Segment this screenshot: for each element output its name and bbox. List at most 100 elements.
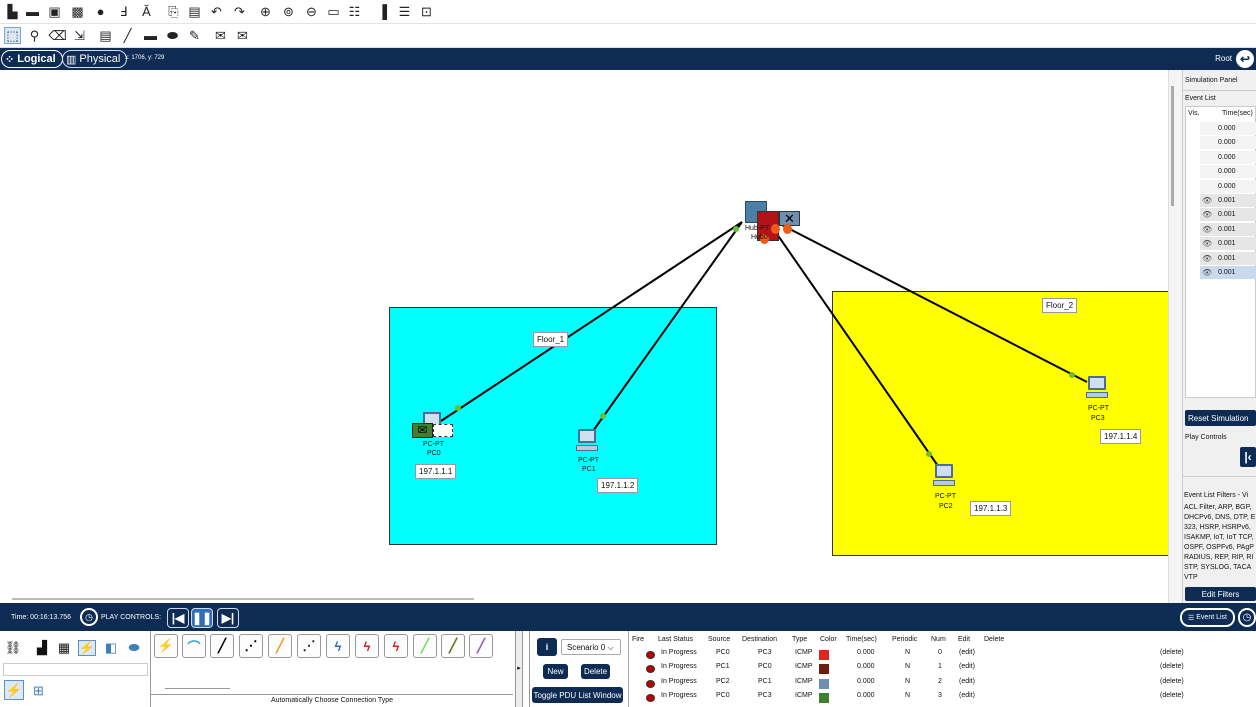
- pause-button[interactable]: ❚❚: [191, 608, 213, 628]
- fire-pdu-icon[interactable]: [646, 679, 655, 688]
- cluster-label-floor-2[interactable]: Floor_2: [1042, 298, 1078, 313]
- pdu-envelope-icon[interactable]: ✉: [412, 423, 433, 438]
- event-row[interactable]: 👁 0.001: [1200, 194, 1256, 207]
- cable-straight-icon[interactable]: ╱: [210, 634, 234, 658]
- filters-list: ACL Filter, ARP, BGP, DHCPv6, DNS, DTP, …: [1184, 504, 1256, 581]
- step-forward-button[interactable]: ▶|: [217, 608, 239, 628]
- cluster-label-floor-1[interactable]: Floor_1: [533, 332, 569, 347]
- pdu-cell-type: ICMP: [795, 677, 813, 685]
- pdu-cell-edit[interactable]: (edit): [959, 649, 975, 656]
- pdu-cell-status: In Progress: [661, 677, 697, 685]
- link-status-dot: [733, 226, 739, 232]
- pdu-col-header[interactable]: Type: [792, 636, 807, 643]
- pdu-cell-type: ICMP: [795, 649, 813, 656]
- pdu-color-swatch: [819, 678, 829, 689]
- grid-icon[interactable]: ⊞: [33, 683, 44, 699]
- toggle-pdu-list-button[interactable]: Toggle PDU List Window: [532, 687, 623, 703]
- event-row[interactable]: 👁 0.001: [1200, 222, 1256, 236]
- eye-icon: 👁: [1202, 196, 1213, 205]
- step-back-button[interactable]: |◀: [167, 608, 189, 628]
- horizontal-scroll-thumb[interactable]: [12, 598, 474, 600]
- fire-pdu-icon[interactable]: [646, 693, 655, 702]
- pc3-device[interactable]: [1086, 376, 1108, 400]
- pdu-col-header[interactable]: Color: [820, 636, 837, 643]
- pdu-cell-edit[interactable]: (edit): [959, 663, 975, 670]
- cable-usb-icon[interactable]: ╱: [469, 634, 493, 658]
- hub-type-label: Hub-PT: [745, 225, 770, 232]
- event-list-toggle[interactable]: ☰ Event List: [1180, 608, 1235, 627]
- cable-crossover-icon[interactable]: ⋰: [239, 634, 263, 658]
- event-row[interactable]: 👁 0.001: [1200, 208, 1256, 222]
- pdu-cell-edit[interactable]: (edit): [959, 692, 975, 699]
- network-devices-icon[interactable]: ⛓: [4, 640, 22, 656]
- event-row[interactable]: 0.000: [1200, 122, 1256, 135]
- cable-fiber-icon[interactable]: ╱: [268, 634, 292, 658]
- event-row[interactable]: 👁 0.001: [1200, 237, 1256, 251]
- scenario-select[interactable]: Scenario 0 ⌵: [561, 639, 621, 655]
- pc1-device[interactable]: [576, 429, 598, 453]
- pc1-ip-note[interactable]: 197.1.1.2: [597, 478, 639, 493]
- cable-serial-dce-icon[interactable]: ϟ: [355, 634, 379, 658]
- vertical-scroll-thumb[interactable]: [1171, 86, 1174, 206]
- event-row[interactable]: 👁 0.001: [1200, 251, 1256, 265]
- new-scenario-button[interactable]: New: [543, 664, 568, 679]
- pdu-cell-delete[interactable]: (delete): [1160, 678, 1184, 685]
- step-back-icon[interactable]: |‹: [1240, 447, 1256, 467]
- pdu-envelope-icon[interactable]: [433, 424, 453, 437]
- event-row[interactable]: 👁 0.001: [1200, 266, 1256, 279]
- event-time: 0.000: [1218, 125, 1236, 132]
- timer-icon[interactable]: ◷: [80, 608, 98, 626]
- link-hub-pc0: [440, 221, 743, 422]
- connection-auto-icon[interactable]: ⚡: [4, 680, 24, 700]
- pdu-cell-num: 1: [938, 663, 942, 671]
- cable-console-icon[interactable]: ⌒: [182, 634, 206, 658]
- collapse-arrow-icon[interactable]: ▸: [515, 631, 523, 707]
- pdu-col-header[interactable]: Fire: [632, 636, 644, 643]
- misc-icon[interactable]: ◧: [102, 640, 120, 656]
- cable-auto-icon[interactable]: ⚡: [154, 634, 178, 658]
- event-row[interactable]: 0.000: [1200, 150, 1256, 164]
- pdu-cell-dest: PC3: [758, 691, 772, 699]
- delete-scenario-button[interactable]: Delete: [581, 664, 610, 679]
- realtime-clock-icon[interactable]: ◷: [1238, 608, 1256, 627]
- reset-simulation-button[interactable]: Reset Simulation: [1185, 410, 1256, 426]
- pdu-color-swatch: [819, 664, 829, 675]
- pdu-col-header[interactable]: Time(sec): [846, 636, 877, 643]
- pdu-col-header[interactable]: Edit: [958, 636, 970, 643]
- multiuser-icon[interactable]: ⬬: [125, 640, 143, 656]
- cable-coaxial-icon[interactable]: ϟ: [326, 634, 350, 658]
- device-search-input[interactable]: [3, 663, 148, 676]
- pdu-col-header[interactable]: Periodic: [892, 636, 917, 643]
- pdu-cell-source: PC2: [716, 677, 730, 685]
- pdu-drop-icon: [771, 224, 780, 234]
- event-row[interactable]: 0.000: [1200, 179, 1256, 193]
- cable-octal-icon[interactable]: ╱: [413, 634, 437, 658]
- pdu-cell-edit[interactable]: (edit): [959, 678, 975, 685]
- end-devices-icon[interactable]: ▟: [33, 640, 51, 656]
- pdu-col-header[interactable]: Destination: [742, 636, 777, 643]
- cable-serial-dte-icon[interactable]: ϟ: [384, 634, 408, 658]
- pdu-col-header[interactable]: Num: [931, 636, 946, 643]
- back-arrow-icon[interactable]: ↩: [1236, 50, 1254, 68]
- edit-filters-button[interactable]: Edit Filters: [1185, 587, 1256, 601]
- connections-icon[interactable]: ⚡: [78, 640, 96, 656]
- pc3-ip-note[interactable]: 197.1.1.4: [1100, 429, 1142, 444]
- cable-iot-icon[interactable]: ╱: [441, 634, 465, 658]
- event-row[interactable]: 0.000: [1200, 165, 1256, 179]
- event-row[interactable]: 0.000: [1200, 136, 1256, 150]
- pdu-col-header[interactable]: Delete: [984, 636, 1004, 643]
- pdu-col-header[interactable]: Source: [708, 636, 730, 643]
- fire-pdu-icon[interactable]: [646, 651, 655, 659]
- pdu-col-header[interactable]: Last Status: [658, 636, 693, 643]
- pc0-type-label: PC-PT: [423, 441, 444, 448]
- pc2-device[interactable]: [933, 464, 955, 488]
- pc2-ip-note[interactable]: 197.1.1.3: [970, 501, 1012, 516]
- pdu-cell-delete[interactable]: (delete): [1160, 649, 1184, 656]
- pdu-cell-delete[interactable]: (delete): [1160, 692, 1184, 699]
- pc0-ip-note[interactable]: 197.1.1.1: [415, 464, 457, 479]
- pdu-cell-delete[interactable]: (delete): [1160, 663, 1184, 670]
- info-icon[interactable]: i: [537, 638, 557, 656]
- pdu-cell-periodic: N: [905, 649, 911, 656]
- components-icon[interactable]: ▦: [55, 640, 73, 656]
- cable-phone-icon[interactable]: ⋰: [297, 634, 321, 658]
